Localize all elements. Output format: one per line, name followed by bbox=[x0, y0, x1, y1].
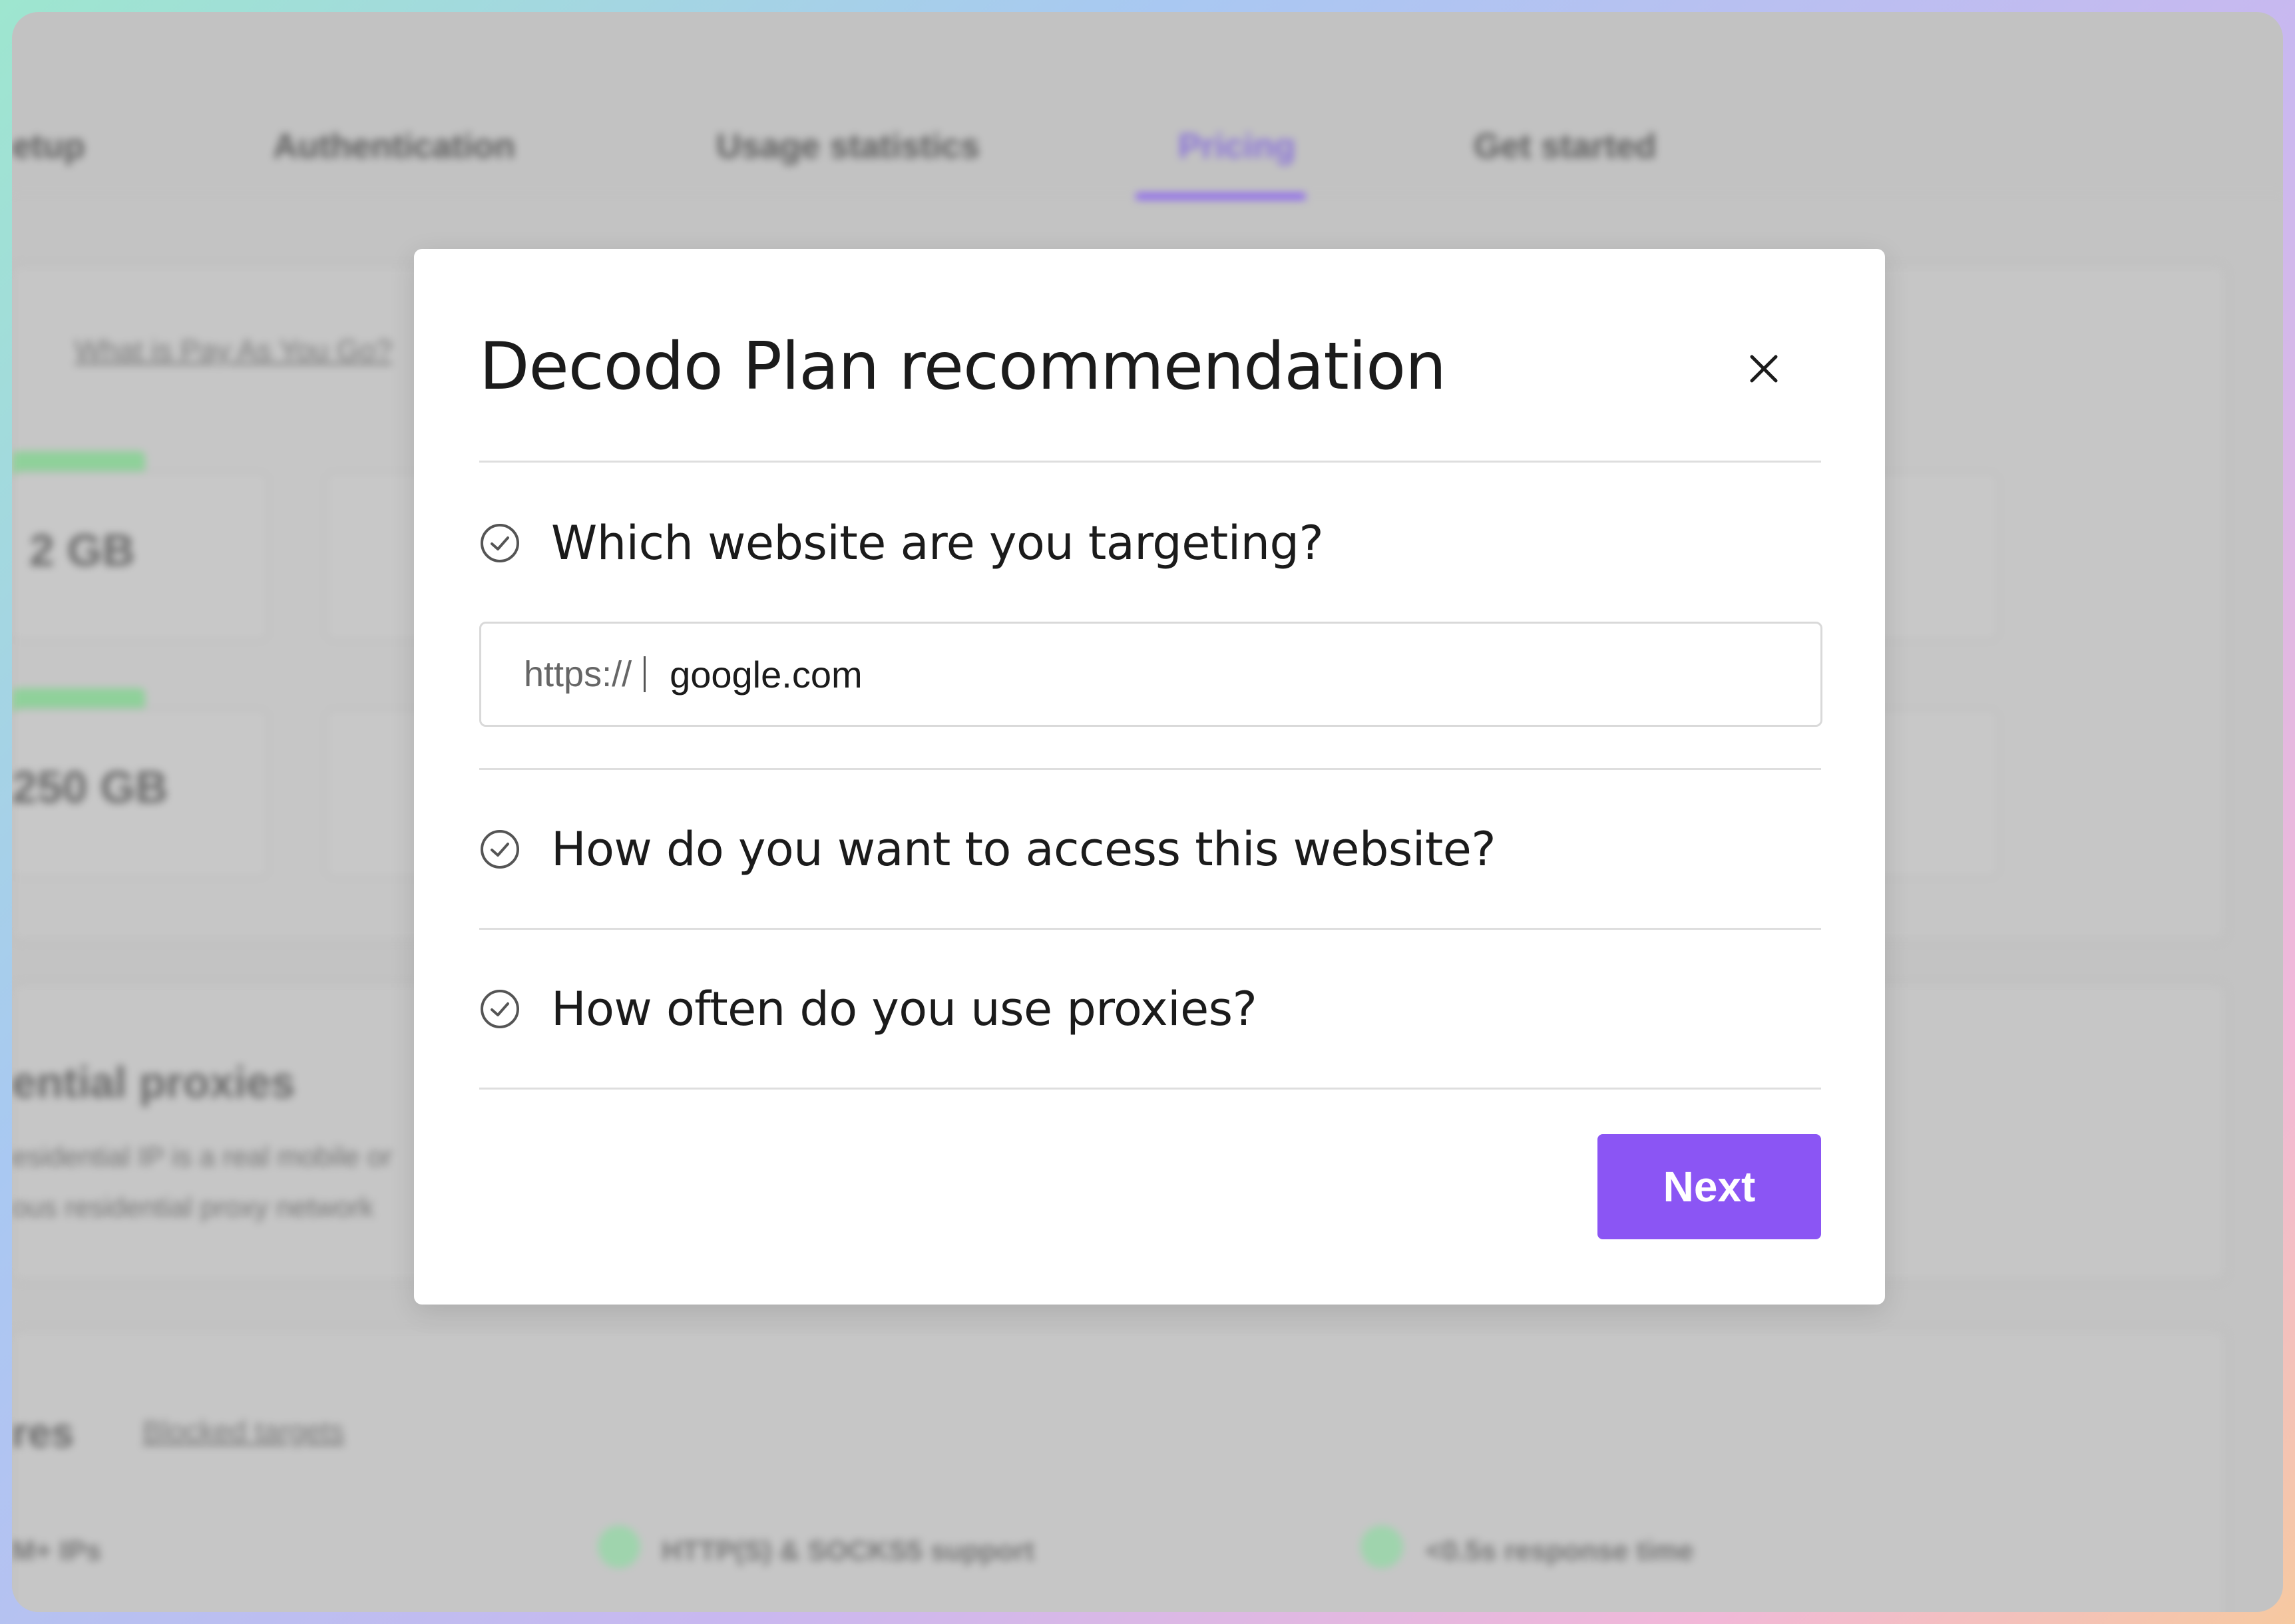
close-button[interactable] bbox=[1737, 342, 1790, 395]
section-description: ous residential proxy network bbox=[12, 1191, 374, 1223]
check-circle-icon bbox=[481, 830, 519, 869]
tab-usage-statistics[interactable]: Usage statistics bbox=[716, 126, 980, 166]
features-panel bbox=[12, 1330, 2226, 1612]
website-url-field[interactable]: https:// bbox=[479, 622, 1822, 727]
section-description: esidential IP is a real mobile or bbox=[12, 1141, 393, 1172]
question-website[interactable]: Which website are you targeting? bbox=[479, 503, 1821, 583]
divider bbox=[479, 768, 1821, 770]
url-prefix: https:// bbox=[524, 654, 632, 694]
blocked-targets-link[interactable]: Blocked targets bbox=[142, 1415, 344, 1448]
active-tab-indicator bbox=[1136, 193, 1306, 200]
question-label: How often do you use proxies? bbox=[551, 982, 1257, 1036]
app-frame: etup Authentication Usage statistics Pri… bbox=[12, 12, 2283, 1612]
divider bbox=[479, 1088, 1821, 1090]
question-label: Which website are you targeting? bbox=[551, 516, 1324, 570]
question-label: How do you want to access this website? bbox=[551, 822, 1496, 877]
feature-item: <0.5s response time bbox=[1426, 1535, 1694, 1566]
section-title: ential proxies bbox=[12, 1058, 296, 1107]
url-separator bbox=[644, 656, 646, 692]
question-frequency[interactable]: How often do you use proxies? bbox=[479, 969, 1821, 1049]
background-tab-bar: etup Authentication Usage statistics Pri… bbox=[12, 12, 2283, 200]
tab-get-started[interactable]: Get started bbox=[1474, 126, 1657, 166]
plan-recommendation-modal: Decodo Plan recommendation Which website… bbox=[414, 249, 1885, 1305]
feature-check-icon bbox=[1360, 1525, 1403, 1568]
features-title: res bbox=[12, 1410, 75, 1456]
tab-setup[interactable]: etup bbox=[12, 126, 85, 166]
website-input[interactable] bbox=[670, 652, 1735, 696]
feature-item: HTTP(S) & SOCKS5 support bbox=[662, 1535, 1035, 1566]
tab-pricing[interactable]: Pricing bbox=[1178, 126, 1295, 166]
feature-item: M+ IPs bbox=[12, 1535, 102, 1566]
close-icon bbox=[1750, 355, 1778, 383]
modal-title: Decodo Plan recommendation bbox=[479, 329, 1446, 405]
question-access[interactable]: How do you want to access this website? bbox=[479, 809, 1821, 889]
feature-check-icon bbox=[598, 1525, 640, 1568]
check-circle-icon bbox=[481, 990, 519, 1028]
next-button[interactable]: Next bbox=[1597, 1134, 1821, 1239]
divider bbox=[479, 928, 1821, 930]
pay-as-you-go-link[interactable]: What is Pay As You Go? bbox=[75, 334, 392, 367]
plan-size: 250 GB bbox=[12, 762, 168, 813]
plan-size: 2 GB bbox=[29, 525, 135, 576]
tab-authentication[interactable]: Authentication bbox=[273, 126, 515, 166]
divider bbox=[479, 461, 1821, 463]
check-circle-icon bbox=[481, 524, 519, 562]
